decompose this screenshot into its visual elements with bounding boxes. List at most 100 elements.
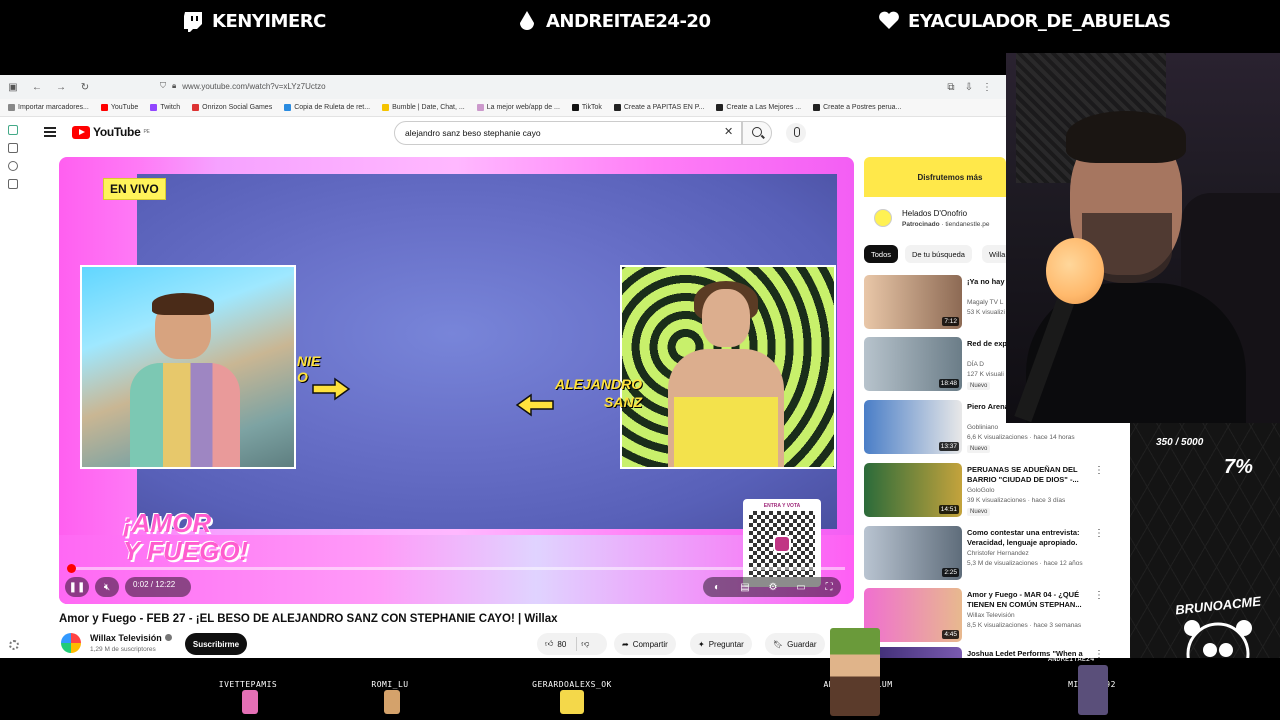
ask-button[interactable]: ✦ Preguntar [690, 633, 752, 655]
star-icon[interactable] [8, 179, 18, 189]
live-badge: EN VIVO [103, 178, 166, 200]
overlay-name: BRUNOACME [818, 607, 856, 615]
left-camera-feed [80, 265, 296, 469]
extensions-icon[interactable]: ⋮ [980, 80, 994, 94]
theater-icon[interactable]: ▭ [791, 577, 811, 597]
right-name-tag: ALEJANDRO SANZ [555, 376, 643, 410]
chip-willax[interactable]: Willa [982, 245, 1006, 263]
bookmark-item[interactable]: Create a Las Mejores ... [716, 104, 801, 111]
import-icon [8, 104, 15, 111]
autoplay-toggle[interactable]: ◐ [707, 577, 727, 597]
forward-icon[interactable]: → [54, 80, 68, 94]
vote-qr-card: ENTRA Y VOTA [743, 499, 821, 587]
video-thumbnail[interactable]: 13:37 [864, 400, 962, 454]
bookmark-item[interactable]: Copia de Ruleta de ret... [284, 104, 370, 111]
mute-button[interactable]: 🔇︎ [95, 577, 119, 597]
create-icon [716, 104, 724, 111]
create-icon [613, 104, 621, 111]
video-thumbnail[interactable]: 2:25 [864, 526, 962, 580]
top-name-1: KENYIMERC [182, 9, 326, 33]
overlay-name: ANDREITAE24 [1048, 655, 1095, 663]
voice-search-button[interactable] [786, 123, 806, 143]
share-button[interactable]: ➦ Compartir [614, 633, 676, 655]
verified-icon [164, 634, 172, 641]
new-badge: Nuevo [967, 508, 991, 516]
bookmark-item[interactable]: Importar marcadores... [8, 104, 89, 111]
ad-logo [874, 209, 892, 227]
chip-all[interactable]: Todos [864, 245, 899, 263]
subscribe-button[interactable]: Suscribirme [185, 633, 247, 655]
bookmark-item[interactable]: Onrizon Social Games [192, 104, 272, 111]
arrow-right-icon [312, 377, 351, 401]
browser-sidebar [8, 125, 22, 189]
bookmark-item[interactable]: La mejor web/app de ... [476, 104, 560, 111]
search-button[interactable] [742, 121, 772, 145]
web-icon [476, 104, 484, 111]
bookmark-item[interactable]: YouTube [100, 104, 138, 111]
new-badge: Nuevo [967, 445, 991, 453]
wallet-icon[interactable] [8, 143, 18, 153]
chip-from-search[interactable]: De tu búsqueda [905, 245, 972, 263]
video-duration: 4:45 [942, 630, 959, 639]
video-channel[interactable]: GoloGolo [967, 487, 994, 494]
goal-counter: 350 / 5000 [1156, 437, 1204, 448]
video-channel[interactable]: Magaly TV L [967, 299, 1003, 306]
subtitles-icon[interactable]: ▤ [735, 577, 755, 597]
bookmark-item[interactable]: Create a PAPITAS EN P... [613, 104, 704, 111]
share-icon: ➦ [622, 639, 629, 649]
channel-name[interactable]: Willax Televisión [90, 633, 172, 643]
fullscreen-icon[interactable]: ⛶ [819, 577, 839, 597]
reload-icon[interactable]: ↻ [78, 80, 92, 94]
sparkle-icon: ✦ [698, 639, 705, 649]
pause-button[interactable]: ❚❚ [65, 577, 89, 597]
video-views: 127 K visuali [967, 371, 1004, 378]
onrizon-icon [192, 104, 200, 111]
screenshot-icon[interactable]: ⧉ [944, 80, 958, 94]
sidebar-toggle-icon[interactable]: ▣ [6, 80, 20, 94]
back-icon[interactable]: ← [30, 80, 44, 94]
video-thumbnail[interactable]: 18:48 [864, 337, 962, 391]
download-icon[interactable]: ⇩ [962, 80, 976, 94]
video-duration: 14:51 [938, 505, 959, 514]
bookmarks-bar: Importar marcadores... YouTube Twitch On… [0, 99, 1006, 117]
video-channel[interactable]: Gobliniano [967, 424, 998, 431]
history-icon[interactable] [8, 161, 18, 171]
address-bar[interactable]: ⛉ 🔒︎ www.youtube.com/watch?v=xLYz7Uctzo [160, 81, 326, 91]
bookmark-item[interactable]: Bumble | Date, Chat, ... [382, 104, 465, 111]
viewer-name: ROMI_LU [371, 680, 409, 689]
show-logo: ¡AMOR Y FUEGO! [123, 508, 249, 566]
channel-avatar[interactable] [61, 633, 81, 653]
viewer-name: GERARDOALEXS_OK [532, 680, 612, 689]
subscriber-count: 1,29 M de suscriptores [90, 646, 156, 653]
clear-search-icon[interactable]: ✕ [724, 125, 733, 138]
thumbs-down-icon[interactable]: 👎︎ [581, 639, 589, 649]
search-input[interactable]: alejandro sanz beso stephanie cayo [394, 121, 742, 145]
menu-icon[interactable] [44, 127, 56, 137]
top-name-2: ANDREITAE24-20 [516, 9, 711, 33]
arrow-left-icon [515, 393, 554, 417]
url-text: www.youtube.com/watch?v=xLYz7Uctzo [182, 81, 326, 91]
viewer-sprite [384, 690, 400, 714]
hex-background-left [1006, 423, 1130, 658]
like-button[interactable]: 👍︎ 80 👎︎ [537, 633, 607, 655]
bookmark-icon: 🔖︎ [773, 639, 784, 649]
video-duration: 18:48 [938, 379, 959, 388]
video-player[interactable]: EN VIVO NIE O ALEJANDRO SANZ ¡AMOR Y FUE… [59, 157, 854, 604]
settings-icon[interactable]: ⚙ [763, 577, 783, 597]
sponsored-ad[interactable]: Disfrutemos más Helados D'Onofrio Patroc… [864, 157, 1006, 243]
gear-icon[interactable] [9, 640, 19, 650]
bookmark-item[interactable]: TikTok [571, 104, 602, 111]
stream-top-banner: KENYIMERC ANDREITAE24-20 EYACULADOR_DE_A… [0, 0, 1280, 46]
lock-icon: 🔒︎ [172, 81, 177, 90]
video-thumbnail[interactable]: 14:51 [864, 463, 962, 517]
bookmark-item[interactable]: Twitch [150, 104, 180, 111]
progress-bar[interactable] [67, 564, 845, 573]
save-button[interactable]: 🔖︎ Guardar [765, 633, 825, 655]
ai-icon[interactable] [8, 125, 18, 135]
video-thumbnail[interactable]: 7:12 [864, 275, 962, 329]
top-name-3: EYACULADOR_DE_ABUELAS [878, 9, 1171, 33]
youtube-logo[interactable]: YouTube PE [72, 125, 150, 139]
bookmark-item[interactable]: Create a Postres perua... [813, 104, 901, 111]
video-channel[interactable]: DÍA D [967, 361, 984, 368]
ad-banner: Disfrutemos más [864, 157, 1006, 197]
